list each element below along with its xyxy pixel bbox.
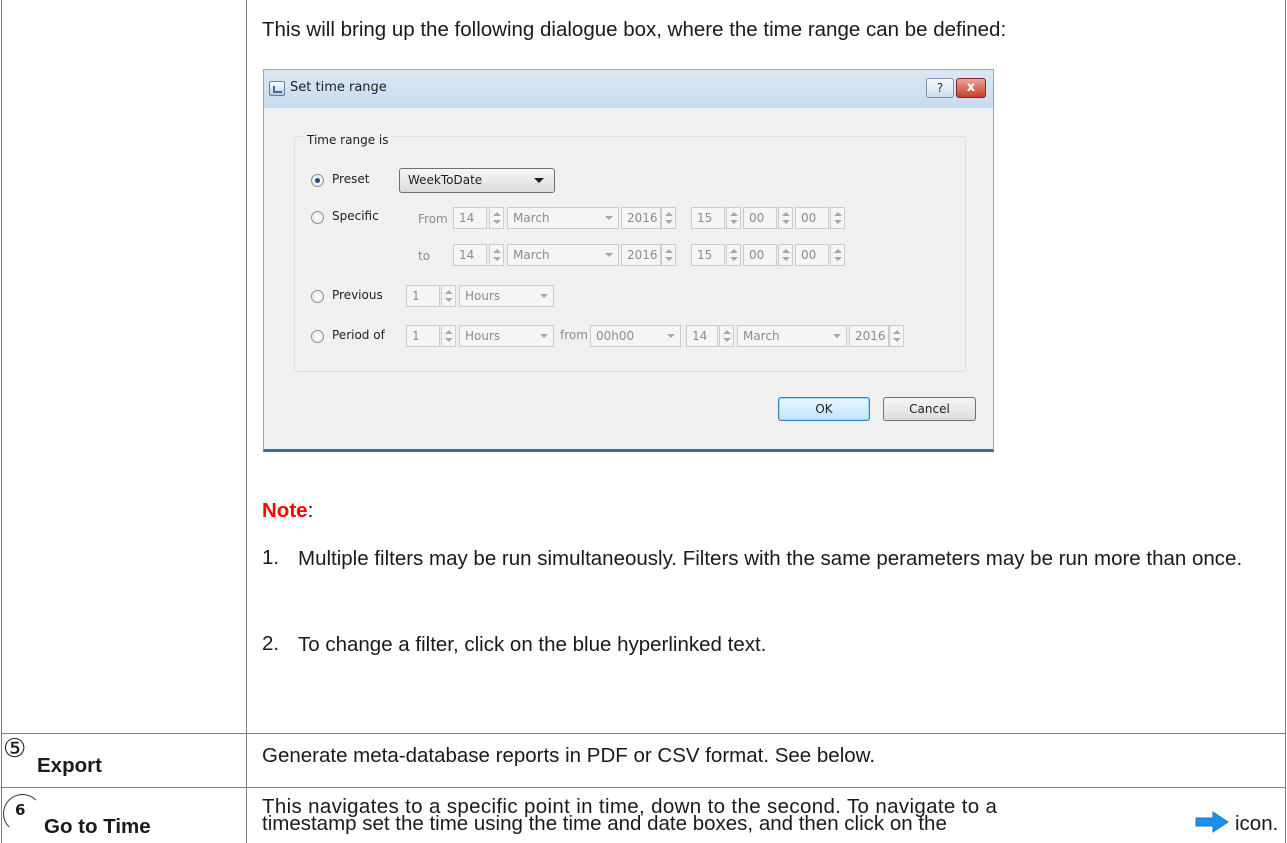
previous-unit-field[interactable]: Hours [459, 285, 554, 307]
right-arrow-icon [1195, 811, 1229, 833]
to-hour-field[interactable]: 15 [691, 244, 725, 266]
previous-amount-spinner[interactable] [441, 285, 456, 307]
export-description: Generate meta-database reports in PDF or… [262, 744, 876, 767]
go-to-time-title: Go to Time [44, 815, 151, 838]
step-number-6: 6 [15, 801, 26, 819]
note-label: Note [262, 499, 308, 522]
note-item-2-number: 2. [262, 632, 280, 655]
ok-button[interactable]: OK [778, 397, 870, 421]
to-day-field[interactable]: 14 [453, 244, 487, 266]
dialog-title: Set time range [290, 80, 387, 95]
period-amount-spinner[interactable] [441, 325, 456, 347]
previous-amount-field[interactable]: 1 [406, 285, 440, 307]
dialog-title-bar: Set time range ? x [264, 70, 993, 108]
chevron-down-icon [540, 294, 548, 298]
to-minute-field[interactable]: 00 [743, 244, 777, 266]
period-time-value: 00h00 [596, 329, 635, 343]
from-hour-spinner[interactable] [726, 207, 741, 229]
from-minute-field[interactable]: 00 [743, 207, 777, 229]
from-hour-field[interactable]: 15 [691, 207, 725, 229]
preset-label: Preset [332, 172, 370, 186]
from-second-field[interactable]: 00 [795, 207, 829, 229]
period-year-spinner[interactable] [889, 325, 904, 347]
note-item-1-text: Multiple filters may be run simultaneous… [298, 547, 1243, 570]
go-to-time-description-before: timestamp set the time using the time an… [262, 812, 947, 835]
chevron-down-icon [605, 253, 613, 257]
to-hour-spinner[interactable] [726, 244, 741, 266]
from-day-spinner[interactable] [489, 207, 504, 229]
clock-icon [269, 81, 285, 96]
previous-label: Previous [332, 288, 383, 302]
from-month-value: March [513, 211, 550, 225]
to-minute-spinner[interactable] [778, 244, 793, 266]
to-day-spinner[interactable] [489, 244, 504, 266]
help-button[interactable]: ? [926, 78, 954, 98]
preset-radio[interactable] [311, 174, 324, 187]
chevron-down-icon [667, 334, 675, 338]
period-of-label: Period of [332, 328, 385, 342]
row-divider-1 [1, 733, 1286, 734]
chevron-down-icon [605, 216, 613, 220]
cancel-button[interactable]: Cancel [883, 397, 976, 421]
specific-radio[interactable] [311, 211, 324, 224]
period-year-field[interactable]: 2016 [849, 325, 889, 347]
note-item-2-text: To change a filter, click on the blue hy… [298, 633, 767, 656]
to-month-field[interactable]: March [507, 244, 619, 266]
from-second-spinner[interactable] [830, 207, 845, 229]
period-amount-field[interactable]: 1 [406, 325, 440, 347]
period-time-field[interactable]: 00h00 [590, 325, 681, 347]
preset-value: WeekToDate [408, 173, 483, 187]
from-day-field[interactable]: 14 [453, 207, 487, 229]
export-title: Export [37, 754, 102, 777]
table-border-right [1285, 0, 1286, 843]
to-month-value: March [513, 248, 550, 262]
go-to-time-description-line2: timestamp set the time using the time an… [262, 809, 947, 839]
preset-dropdown[interactable]: WeekToDate [399, 168, 555, 193]
to-year-field[interactable]: 2016 [621, 244, 661, 266]
specific-label: Specific [332, 209, 379, 223]
period-unit-field[interactable]: Hours [459, 325, 554, 347]
to-year-spinner[interactable] [661, 244, 676, 266]
dialog-body: Time range is Preset WeekToDate Specific… [272, 108, 985, 443]
from-minute-spinner[interactable] [778, 207, 793, 229]
note-colon: : [307, 499, 314, 522]
period-of-radio[interactable] [311, 330, 324, 343]
note-item-1-number: 1. [262, 546, 280, 569]
chevron-down-icon [534, 178, 544, 183]
period-day-field[interactable]: 14 [686, 325, 718, 347]
table-column-divider [246, 0, 247, 843]
from-month-field[interactable]: March [507, 207, 619, 229]
from-label: From [418, 212, 448, 226]
from-year-field[interactable]: 2016 [621, 207, 661, 229]
group-label: Time range is [304, 133, 392, 147]
previous-unit-value: Hours [465, 289, 501, 303]
period-day-spinner[interactable] [719, 325, 734, 347]
previous-radio[interactable] [311, 290, 324, 303]
to-label: to [418, 249, 431, 263]
go-to-time-description-after: icon. [1235, 812, 1279, 835]
step-number-5: ⑤ [3, 734, 27, 764]
period-unit-value: Hours [465, 329, 501, 343]
note-heading: Note: [262, 496, 313, 526]
intro-text: This will bring up the following dialogu… [262, 18, 1007, 41]
chevron-down-icon [833, 334, 841, 338]
to-second-spinner[interactable] [830, 244, 845, 266]
row-divider-2 [1, 787, 1286, 788]
table-border-left [1, 0, 2, 843]
close-button[interactable]: x [956, 78, 986, 98]
from-year-spinner[interactable] [661, 207, 676, 229]
period-month-field[interactable]: March [737, 325, 847, 347]
chevron-down-icon [540, 334, 548, 338]
period-month-value: March [743, 329, 780, 343]
period-from-label: from [560, 328, 588, 342]
set-time-range-dialog: Set time range ? x Time range is Preset … [263, 69, 994, 452]
to-second-field[interactable]: 00 [795, 244, 829, 266]
